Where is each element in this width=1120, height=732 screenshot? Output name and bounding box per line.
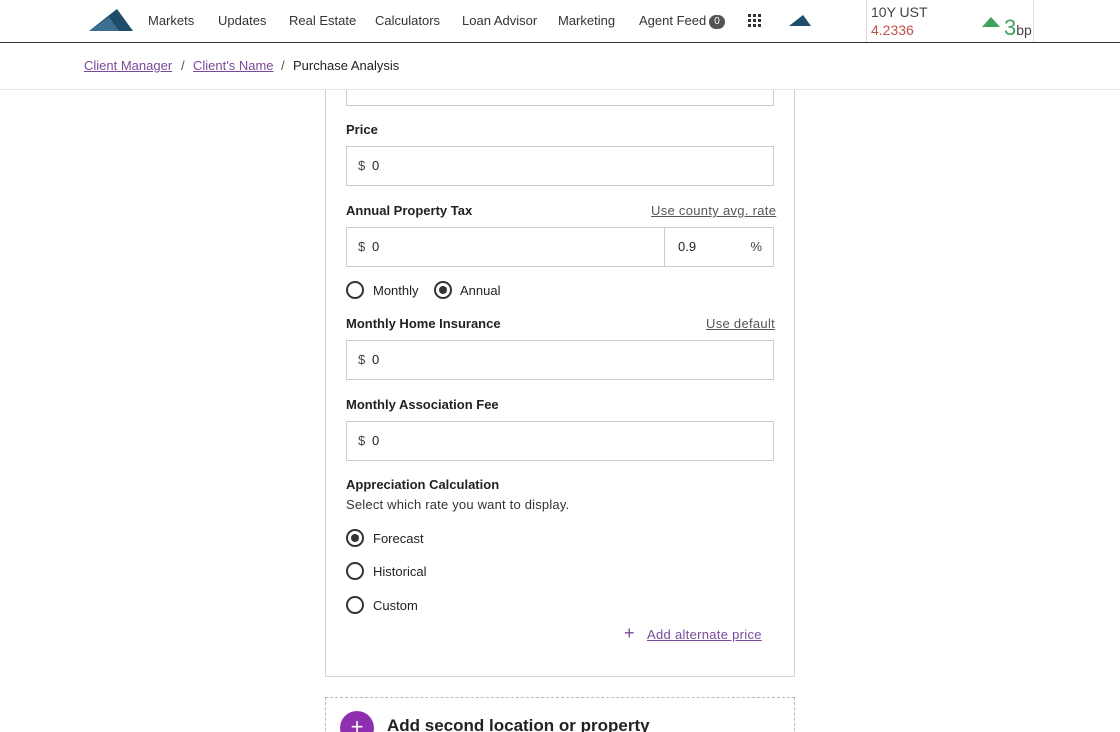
radio-custom[interactable] [346,596,364,614]
ticker-change-value: 3 [1004,15,1017,40]
radio-forecast[interactable] [346,529,364,547]
appreciation-helper-text: Select which rate you want to display. [346,497,570,512]
trend-up-icon [982,17,1000,27]
breadcrumb-separator: / [281,58,285,73]
association-fee-input[interactable]: $ 0 [346,421,774,461]
radio-historical[interactable] [346,562,364,580]
home-insurance-value: 0 [372,352,380,367]
radio-annual[interactable] [434,281,452,299]
association-fee-value: 0 [372,433,380,448]
treasury-ticker: 10Y UST 4.2336 3bp [866,0,1034,42]
breadcrumb: Client Manager / Client's Name / Purchas… [0,43,1120,90]
nav-loan-advisor[interactable]: Loan Advisor [462,13,537,28]
nav-real-estate[interactable]: Real Estate [289,13,356,28]
nav-marketing[interactable]: Marketing [558,13,615,28]
home-insurance-input[interactable]: $ 0 [346,340,774,380]
radio-monthly[interactable] [346,281,364,299]
brand-logo[interactable] [89,7,133,33]
radio-monthly-label: Monthly [373,283,419,298]
percent-unit: % [750,239,762,254]
top-navbar: Markets Updates Real Estate Calculators … [0,0,1120,43]
price-input[interactable]: $ 0 [346,146,774,186]
property-tax-value: 0 [372,239,380,254]
property-tax-rate-input[interactable]: 0.9 % [664,227,774,267]
radio-forecast-label: Forecast [373,531,424,546]
use-default-link[interactable]: Use default [706,316,775,331]
nav-agent-feed[interactable]: Agent Feed 0 [639,13,725,29]
radio-historical-label: Historical [373,564,427,579]
association-fee-label: Monthly Association Fee [346,397,499,412]
appreciation-label: Appreciation Calculation [346,477,500,492]
property-tax-amount-input[interactable]: $ 0 [346,227,666,267]
currency-symbol: $ [358,433,366,448]
mini-logo-icon[interactable] [789,14,811,27]
plus-icon: + [624,623,635,643]
breadcrumb-client-manager[interactable]: Client Manager [84,58,172,73]
property-tax-rate-value: 0.9 [678,239,697,254]
nav-markets[interactable]: Markets [148,13,194,28]
add-second-location-label: Add second location or property [387,716,650,732]
nav-calculators[interactable]: Calculators [375,13,440,28]
ticker-change: 3bp [1004,16,1032,42]
currency-symbol: $ [358,158,366,173]
home-insurance-label: Monthly Home Insurance [346,316,501,331]
currency-symbol: $ [358,352,366,367]
price-label: Price [346,122,378,137]
use-county-avg-rate-link[interactable]: Use county avg. rate [651,203,776,218]
price-value: 0 [372,158,380,173]
breadcrumb-separator: / [181,58,185,73]
agent-feed-count-badge: 0 [709,15,725,29]
apps-grid-icon[interactable] [748,14,761,27]
nav-updates[interactable]: Updates [218,13,266,28]
ticker-unit: bp [1016,22,1032,38]
nav-agent-feed-label: Agent Feed [639,13,707,28]
currency-symbol: $ [358,239,366,254]
radio-annual-label: Annual [460,283,501,298]
property-tax-label: Annual Property Tax [346,203,473,218]
ticker-label: 10Y UST [871,4,928,20]
breadcrumb-client-name[interactable]: Client's Name [193,58,274,73]
add-alternate-price-label: Add alternate price [647,627,762,642]
ticker-value: 4.2336 [871,22,914,38]
radio-custom-label: Custom [373,598,418,613]
breadcrumb-current: Purchase Analysis [293,58,400,73]
